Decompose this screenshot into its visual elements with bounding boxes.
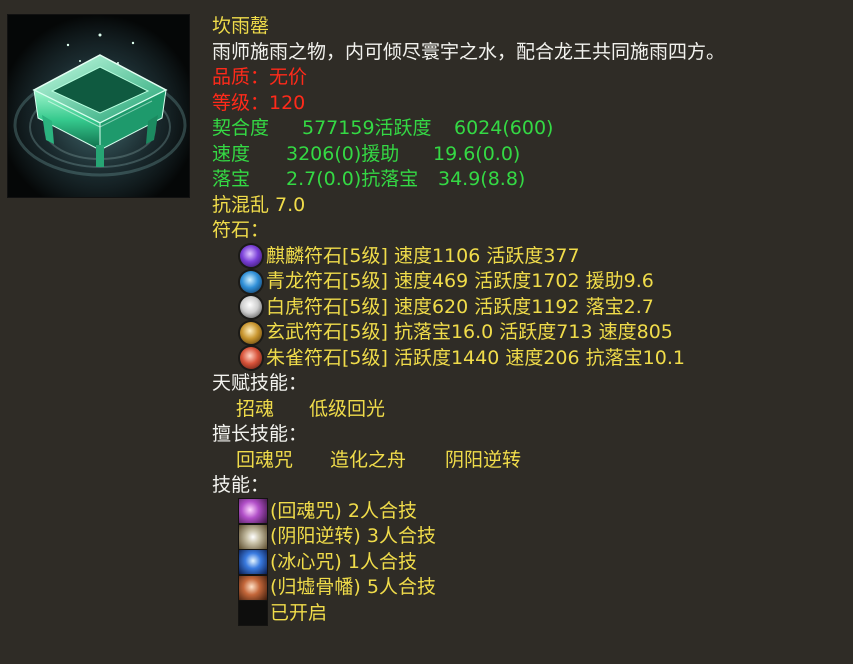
rune-item: 麒麟符石[5级] 速度1106 活跃度377 <box>212 244 842 270</box>
talent-skill: 低级回光 <box>309 397 386 420</box>
rune-item: 白虎符石[5级] 速度620 活跃度1192 落宝2.7 <box>212 295 842 321</box>
stat-value: 34.9(8.8) <box>438 168 526 190</box>
zhuque-rune-icon <box>240 347 262 370</box>
talent-list: 招魂 低级回光 <box>212 397 842 423</box>
rune-item: 玄武符石[5级] 抗落宝16.0 活跃度713 速度805 <box>212 320 842 346</box>
skill-text: (冰心咒) 1人合技 <box>270 550 417 573</box>
skill-text: 已开启 <box>270 601 328 624</box>
xuanwu-rune-icon <box>240 321 262 344</box>
stat-row-3: 落宝 2.7(0.0)抗落宝 34.9(8.8) <box>212 167 842 193</box>
rune-text: 麒麟符石[5级] 速度1106 活跃度377 <box>266 244 580 267</box>
rune-text: 朱雀符石[5级] 活跃度1440 速度206 抗落宝10.1 <box>266 346 685 369</box>
specialty-list: 回魂咒 造化之舟 阴阳逆转 <box>212 448 842 474</box>
stat-row-2: 速度 3206(0)援助 19.6(0.0) <box>212 142 842 168</box>
specialty-skill: 造化之舟 <box>330 448 407 471</box>
skill-text: (阴阳逆转) 3人合技 <box>270 525 436 547</box>
skill-text: (归墟骨幡) 5人合技 <box>270 576 436 598</box>
skill-item: (阴阳逆转) 3人合技 <box>212 523 842 550</box>
rune-item: 朱雀符石[5级] 活跃度1440 速度206 抗落宝10.1 <box>212 346 842 372</box>
specialty-skill: 阴阳逆转 <box>445 448 522 471</box>
rune-text: 玄武符石[5级] 抗落宝16.0 活跃度713 速度805 <box>266 321 673 343</box>
guixu-skill-icon <box>238 574 268 601</box>
bingxin-skill-icon <box>238 549 268 576</box>
stat-value: 577159活跃度 <box>302 117 432 139</box>
qinglong-rune-icon <box>240 270 262 293</box>
rune-item: 青龙符石[5级] 速度469 活跃度1702 援助9.6 <box>212 269 842 295</box>
stat-value: 2.7(0.0)抗落宝 <box>286 168 419 190</box>
item-name: 坎雨罄 <box>212 15 270 37</box>
stat-label: 落宝 <box>212 168 251 190</box>
item-portrait <box>7 14 190 198</box>
yinyang-skill-icon <box>238 523 268 550</box>
specialty-heading: 擅长技能： <box>212 423 308 445</box>
huihunzhou-skill-icon <box>238 498 268 525</box>
baihu-rune-icon <box>240 296 262 319</box>
specialty-skill: 回魂咒 <box>236 448 294 471</box>
qilin-rune-icon <box>240 245 262 268</box>
locked-slot-icon <box>238 600 268 627</box>
item-quality: 品质：无价 <box>212 66 308 88</box>
rune-text: 白虎符石[5级] 速度620 活跃度1192 落宝2.7 <box>266 295 654 318</box>
stat-value: 19.6(0.0) <box>433 142 521 165</box>
item-tooltip: 坎雨罄 雨师施雨之物，内可倾尽寰宇之水，配合龙王共同施雨四方。 品质：无价 等级… <box>0 0 853 664</box>
skills-heading: 技能： <box>212 474 270 496</box>
stat-extra: 抗混乱 7.0 <box>212 193 306 216</box>
stat-label: 速度 <box>212 142 251 165</box>
rune-text: 青龙符石[5级] 速度469 活跃度1702 援助9.6 <box>266 270 654 292</box>
skill-text: (回魂咒) 2人合技 <box>270 499 417 522</box>
stat-label: 契合度 <box>212 117 270 139</box>
stat-row-1: 契合度 577159活跃度 6024(600) <box>212 116 842 142</box>
jade-cauldron-icon <box>8 15 189 197</box>
skill-item: (回魂咒) 2人合技 <box>212 498 842 525</box>
item-level: 等级：120 <box>212 91 306 114</box>
talent-heading: 天赋技能： <box>212 372 308 394</box>
item-description: 雨师施雨之物，内可倾尽寰宇之水，配合龙王共同施雨四方。 <box>212 40 726 63</box>
stat-value: 3206(0)援助 <box>286 142 400 165</box>
item-details: 坎雨罄 雨师施雨之物，内可倾尽寰宇之水，配合龙王共同施雨四方。 品质：无价 等级… <box>212 14 842 627</box>
skill-item: (冰心咒) 1人合技 <box>212 549 842 576</box>
skill-item: 已开启 <box>212 600 842 627</box>
stat-value: 6024(600) <box>454 117 554 139</box>
talent-skill: 招魂 <box>236 397 275 420</box>
runes-heading: 符石： <box>212 219 270 241</box>
skill-item: (归墟骨幡) 5人合技 <box>212 574 842 601</box>
